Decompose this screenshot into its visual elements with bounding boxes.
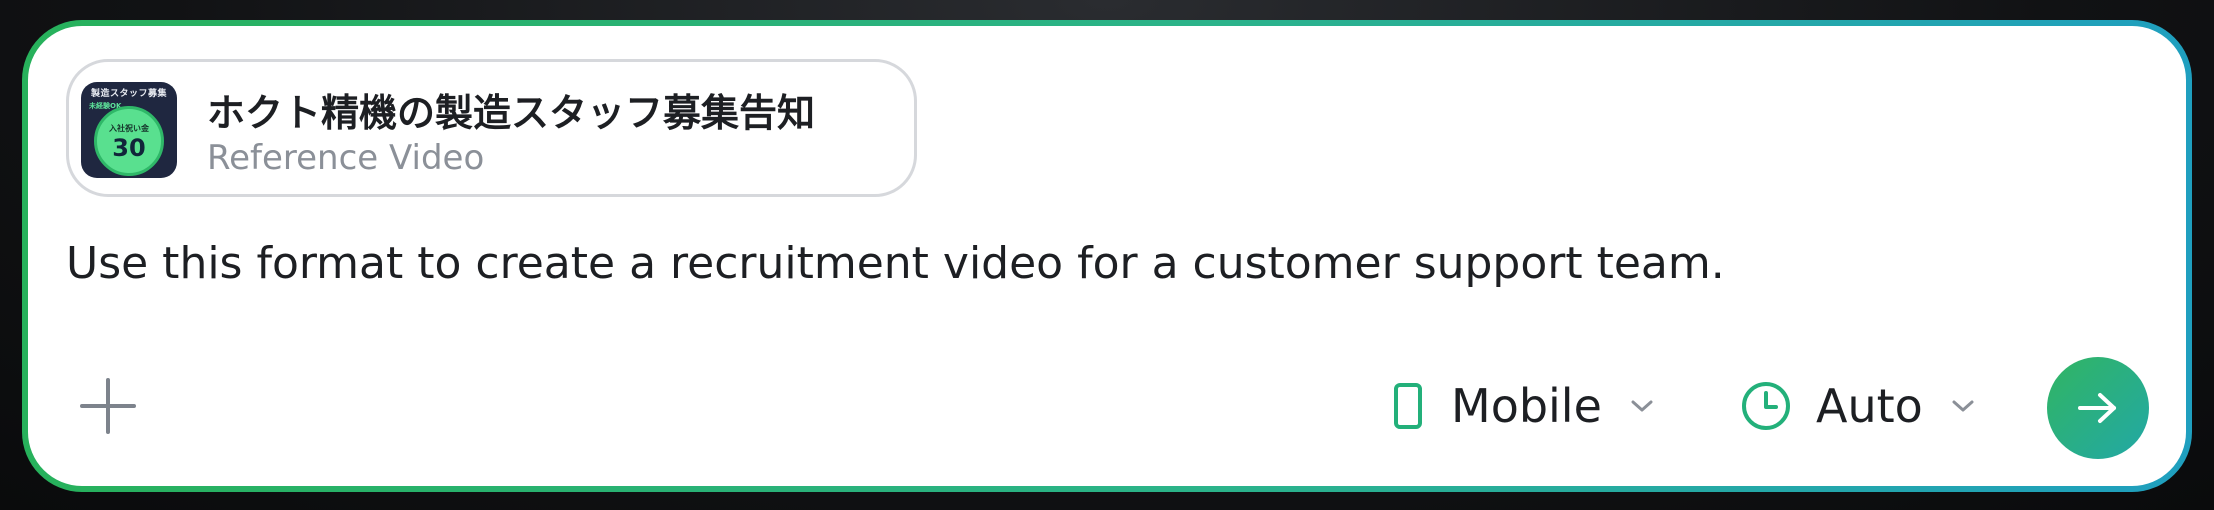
arrow-right-icon (2078, 393, 2116, 423)
reference-video-title: ホクト精機の製造スタッフ募集告知 (207, 91, 816, 135)
send-button[interactable] (2047, 357, 2149, 459)
clock-icon (1742, 382, 1790, 430)
thumbnail-badge-caption: 入社祝い金 (109, 124, 149, 133)
thumbnail-badge: 入社祝い金 30 (94, 106, 164, 176)
duration-label: Auto (1816, 379, 1923, 433)
aspect-ratio-label: Mobile (1451, 379, 1602, 433)
add-attachment-button[interactable] (78, 376, 138, 436)
duration-select[interactable]: Auto (1740, 376, 1975, 436)
plus-icon (80, 378, 136, 434)
reference-video-subtitle: Reference Video (207, 138, 485, 178)
aspect-ratio-select[interactable]: Mobile (1393, 376, 1654, 436)
prompt-composer-frame: 製造スタッフ募集 未経験OK 入社祝い金 30 ホクト精機の製造スタッフ募集告知… (22, 20, 2192, 492)
chevron-down-icon (1952, 400, 1974, 412)
reference-video-thumbnail: 製造スタッフ募集 未経験OK 入社祝い金 30 (81, 82, 177, 178)
reference-video-chip[interactable]: 製造スタッフ募集 未経験OK 入社祝い金 30 ホクト精機の製造スタッフ募集告知… (66, 59, 917, 197)
chevron-down-icon (1631, 400, 1653, 412)
prompt-text[interactable]: Use this format to create a recruitment … (66, 238, 1725, 289)
phone-icon (1394, 383, 1422, 429)
thumbnail-top-text: 製造スタッフ募集 (90, 89, 167, 99)
thumbnail-badge-number: 30 (112, 134, 146, 162)
prompt-composer: 製造スタッフ募集 未経験OK 入社祝い金 30 ホクト精機の製造スタッフ募集告知… (28, 26, 2186, 486)
